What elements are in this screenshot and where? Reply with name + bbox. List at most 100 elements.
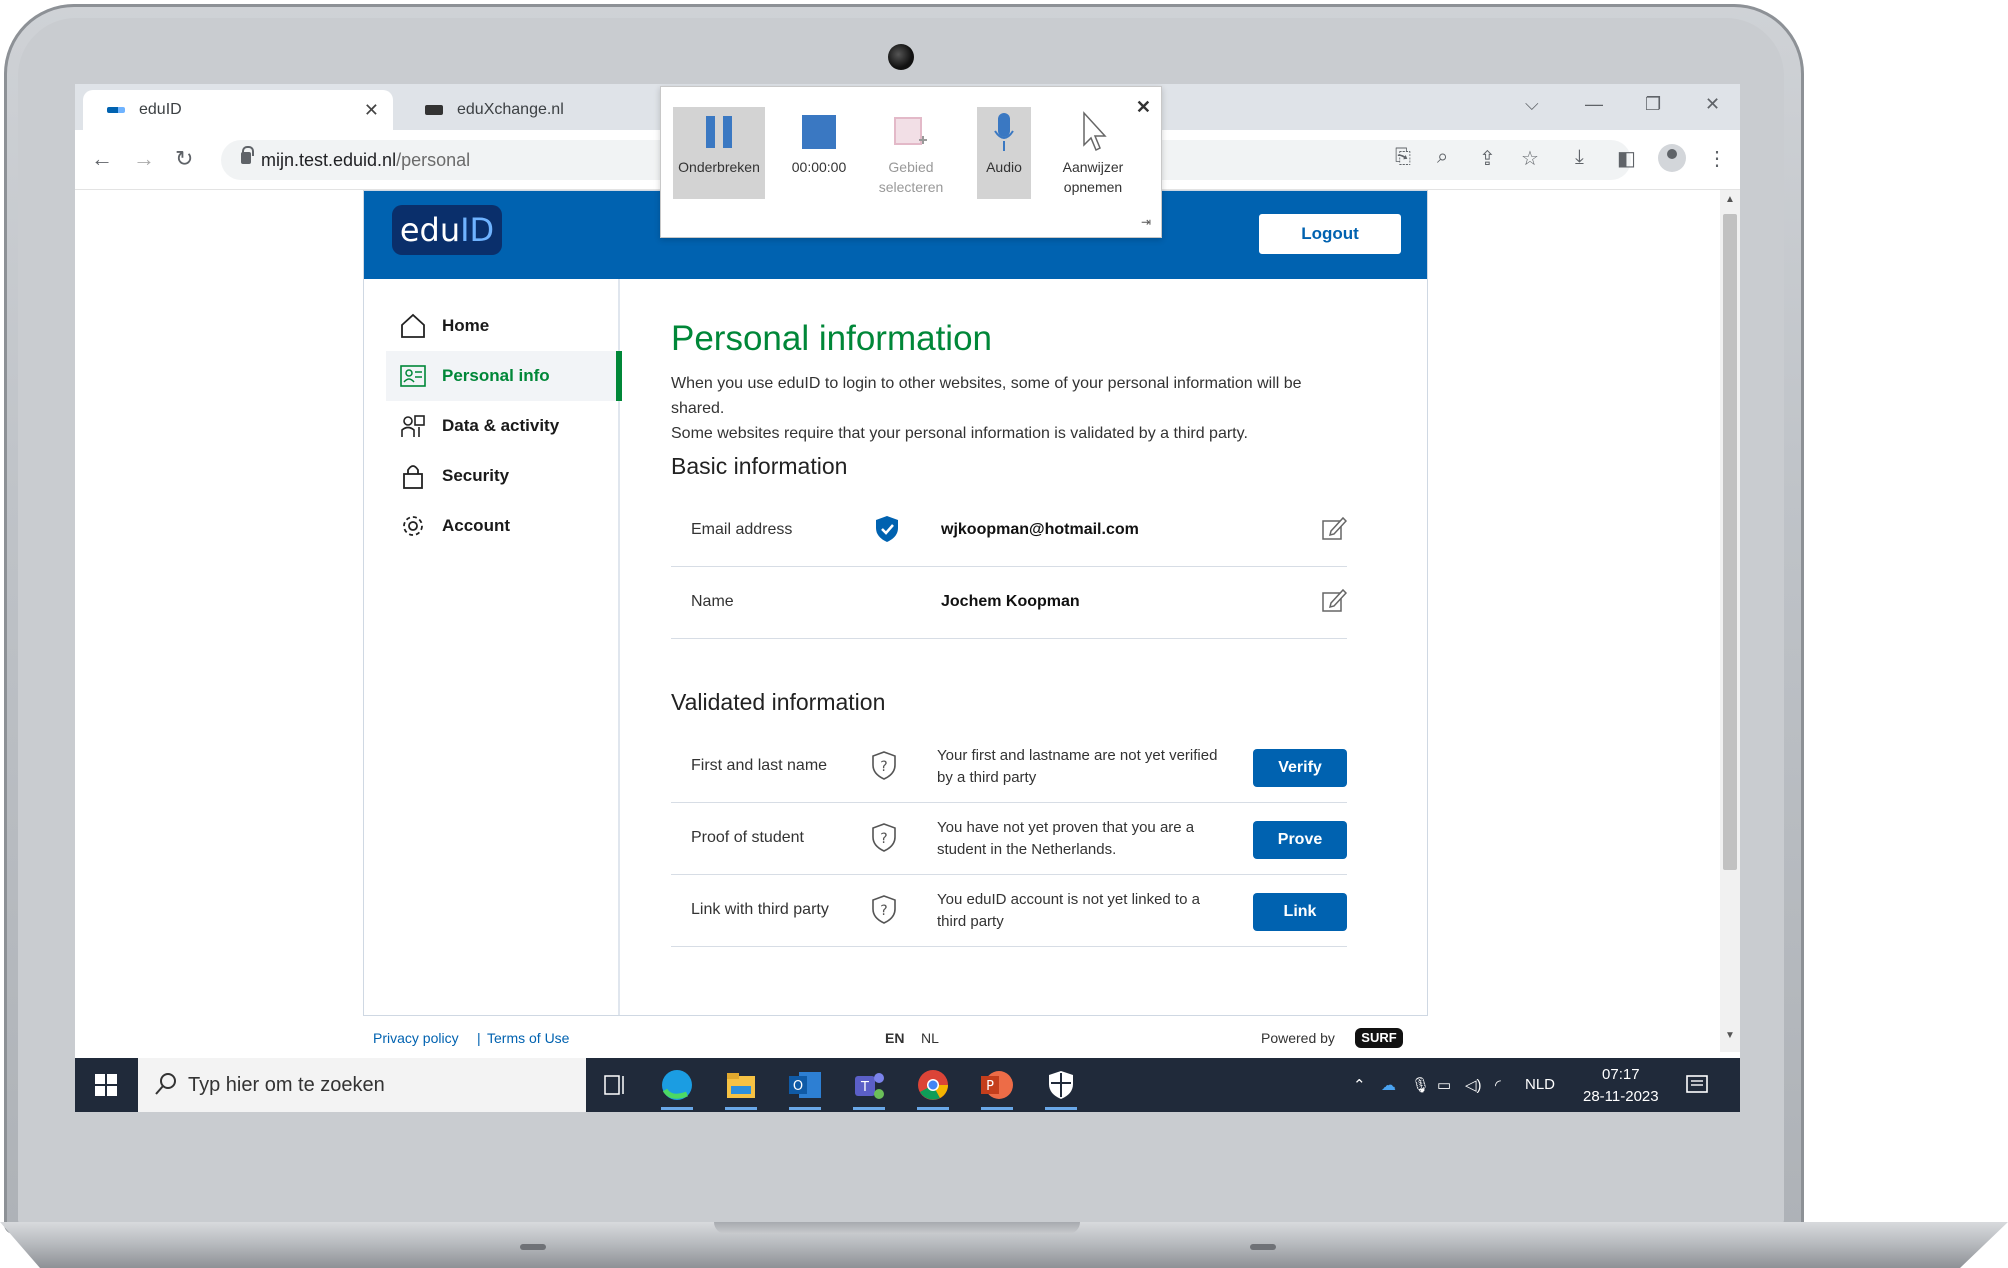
prove-button[interactable]: Prove	[1253, 821, 1347, 859]
sidebar-item-security[interactable]: Security	[386, 451, 622, 501]
select-area-icon	[893, 107, 929, 157]
close-tab-icon[interactable]: ✕	[364, 100, 379, 121]
forward-icon[interactable]: →	[133, 146, 155, 172]
home-icon	[401, 313, 425, 338]
validated-row-link: Link with third party ? You eduID accoun…	[671, 875, 1347, 947]
share-icon[interactable]: ⇪	[1479, 146, 1496, 171]
page-title: Personal information	[671, 319, 992, 358]
privacy-policy-link[interactable]: Privacy policy	[373, 1030, 459, 1046]
volume-icon[interactable]: ◁)	[1465, 1076, 1482, 1094]
file-explorer-icon[interactable]	[723, 1068, 759, 1110]
translate-icon[interactable]: ⎘	[1395, 146, 1411, 169]
edit-name-icon[interactable]	[1321, 587, 1347, 613]
audio-button[interactable]: Audio	[977, 107, 1031, 199]
bookmark-star-icon[interactable]: ☆	[1521, 146, 1539, 171]
microphone-icon	[992, 107, 1016, 157]
eduid-logo[interactable]: eduID	[392, 205, 502, 255]
lock-icon	[403, 465, 423, 489]
surf-logo[interactable]: SURF	[1355, 1028, 1403, 1048]
webcam	[888, 44, 914, 70]
svg-text:?: ?	[880, 831, 887, 847]
verified-shield-icon	[876, 516, 898, 542]
personal-info-icon	[400, 365, 426, 387]
window-close-icon[interactable]: ✕	[1705, 94, 1720, 115]
onedrive-icon[interactable]: ☁	[1381, 1076, 1396, 1094]
windows-taskbar: Typ hier om te zoeken O T P ⌃ ☁ 🎙︎ ▭ ◁) …	[75, 1058, 1740, 1112]
input-language[interactable]: NLD	[1525, 1076, 1555, 1093]
notification-center-icon[interactable]	[1685, 1074, 1709, 1096]
unverified-shield-icon: ?	[872, 823, 896, 852]
stop-recording-button[interactable]: 00:00:00	[773, 107, 865, 199]
tab-search-icon[interactable]: ⌵	[1525, 94, 1539, 115]
restore-icon[interactable]: ❐	[1645, 94, 1661, 115]
side-panel-icon[interactable]: ◧	[1617, 146, 1636, 171]
unverified-shield-icon: ?	[872, 751, 896, 780]
reload-icon[interactable]: ↻	[175, 146, 193, 172]
laptop-base-notch	[714, 1222, 1080, 1234]
svg-text:?: ?	[880, 759, 887, 775]
eduid-favicon-icon	[107, 107, 125, 113]
email-row: Email address wjkoopman@hotmail.com	[671, 495, 1347, 567]
security-shield-icon[interactable]	[1043, 1068, 1079, 1110]
minimize-icon[interactable]: —	[1585, 94, 1603, 115]
back-icon[interactable]: ←	[91, 146, 113, 172]
tray-microphone-icon[interactable]: 🎙︎	[1411, 1076, 1430, 1094]
web-page: eduID Logout Home Personal info Data & a…	[75, 190, 1740, 1052]
edge-icon[interactable]	[659, 1068, 695, 1110]
select-area-button[interactable]: Gebied selecteren	[865, 107, 957, 199]
outlook-icon[interactable]: O	[787, 1068, 823, 1110]
tray-chevron-icon[interactable]: ⌃	[1353, 1076, 1366, 1094]
name-label: Name	[691, 593, 734, 610]
laptop-foot	[520, 1244, 546, 1250]
tab-eduxchange[interactable]: eduXchange.nl	[401, 90, 661, 130]
recorder-close-icon[interactable]: ✕	[1136, 97, 1151, 118]
sidebar-item-account[interactable]: Account	[386, 501, 622, 551]
teams-icon[interactable]: T	[851, 1068, 887, 1110]
pause-recording-button[interactable]: Onderbreken	[673, 107, 765, 199]
lang-nl[interactable]: NL	[921, 1030, 939, 1046]
scroll-down-icon[interactable]: ▼	[1725, 1030, 1735, 1041]
powerpoint-icon[interactable]: P	[979, 1068, 1015, 1110]
svg-text:?: ?	[880, 903, 887, 919]
sidebar-nav: Home Personal info Data & activity Secur…	[364, 279, 622, 1015]
record-pointer-button[interactable]: Aanwijzer opnemen	[1047, 107, 1139, 199]
lang-en[interactable]: EN	[885, 1030, 904, 1046]
taskbar-clock[interactable]: 07:17 28-11-2023	[1583, 1064, 1659, 1108]
sidebar-item-personal-info[interactable]: Personal info	[386, 351, 622, 401]
tab-label: eduID	[139, 101, 182, 118]
screen-recorder-toolbar: Onderbreken 00:00:00 Gebied selecteren A…	[660, 86, 1162, 238]
chrome-icon[interactable]	[915, 1068, 951, 1110]
menu-kebab-icon[interactable]: ⋮	[1707, 146, 1727, 171]
task-view-icon[interactable]	[603, 1074, 627, 1096]
page-intro: When you use eduID to login to other web…	[671, 375, 1302, 442]
search-icon	[155, 1073, 176, 1095]
profile-avatar-icon[interactable]	[1658, 144, 1686, 172]
name-value: Jochem Koopman	[941, 593, 1080, 610]
data-activity-icon	[401, 415, 425, 437]
scrollbar-thumb[interactable]	[1723, 214, 1737, 870]
name-row: Name Jochem Koopman	[671, 567, 1347, 639]
powered-by-text: Powered by	[1261, 1030, 1335, 1046]
basic-info-heading: Basic information	[671, 453, 848, 479]
terms-of-use-link[interactable]: Terms of Use	[487, 1030, 569, 1046]
link-button[interactable]: Link	[1253, 893, 1347, 931]
wifi-icon[interactable]: ◜	[1495, 1076, 1501, 1094]
stop-icon	[801, 107, 837, 157]
lock-icon	[241, 146, 254, 164]
taskbar-search-box[interactable]: Typ hier om te zoeken	[138, 1058, 586, 1112]
pointer-icon	[1078, 107, 1108, 157]
tab-eduid[interactable]: eduID ✕	[83, 90, 393, 130]
logout-button[interactable]: Logout	[1258, 213, 1402, 255]
sidebar-item-data-activity[interactable]: Data & activity	[386, 401, 622, 451]
scroll-up-icon[interactable]: ▲	[1725, 194, 1735, 205]
download-icon[interactable]: ⤓	[1575, 146, 1584, 169]
zoom-icon[interactable]: ⌕	[1437, 146, 1448, 169]
windows-start-icon[interactable]	[95, 1074, 117, 1096]
sidebar-item-home[interactable]: Home	[386, 301, 622, 351]
battery-icon[interactable]: ▭	[1437, 1076, 1451, 1094]
eduxchange-favicon-icon	[425, 105, 443, 115]
page-scrollbar[interactable]: ▲ ▼	[1720, 190, 1740, 1052]
verify-button[interactable]: Verify	[1253, 749, 1347, 787]
edit-email-icon[interactable]	[1321, 515, 1347, 541]
recorder-pin-icon[interactable]: ⇥	[1141, 215, 1151, 229]
